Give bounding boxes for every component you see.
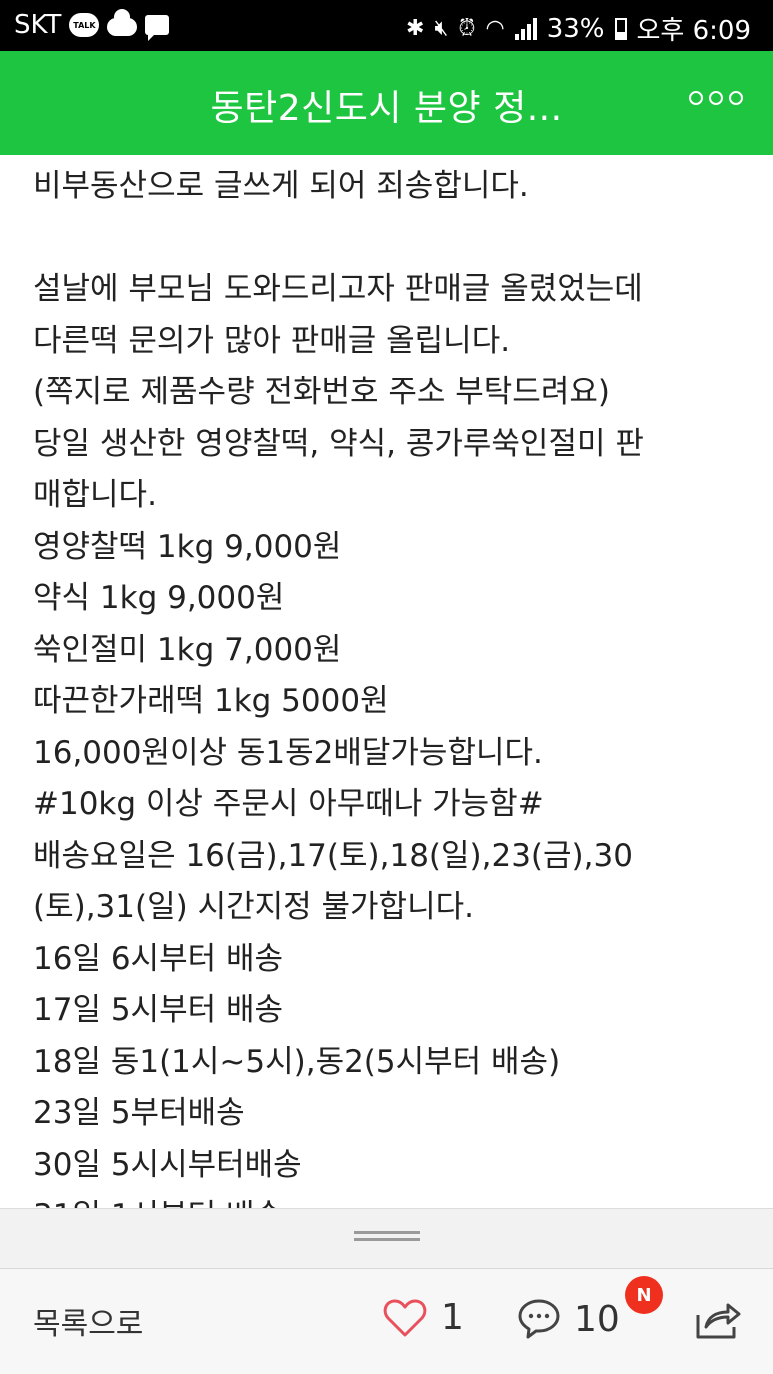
drag-handle-icon bbox=[354, 1231, 420, 1243]
back-to-list-button[interactable]: 목록으로 bbox=[33, 1299, 143, 1343]
app-bar: 동탄2신도시 분양 정... bbox=[0, 51, 773, 155]
heart-icon bbox=[383, 1299, 427, 1336]
like-button[interactable]: 1 bbox=[383, 1297, 464, 1338]
comment-count: 10 bbox=[574, 1298, 620, 1340]
carrier-label: SKT bbox=[14, 10, 62, 40]
cloud-icon bbox=[107, 9, 138, 36]
post-line: 당일 생산한 영양찰떡, 약식, 콩가루쑥인절미 판 bbox=[33, 425, 644, 462]
post-line bbox=[33, 213, 753, 265]
clock: 오후 6:09 bbox=[636, 16, 752, 46]
post-line: 16,000원이상 동1동2배달가능합니다. bbox=[33, 734, 543, 771]
drawer-handle[interactable] bbox=[0, 1208, 773, 1268]
post-text: 비부동산으로 글쓰게 되어 죄송합니다. 설날에 부모님 도와드리고자 판매글 … bbox=[33, 161, 753, 1208]
battery-percent: 33% bbox=[546, 13, 605, 44]
page-title: 동탄2신도시 분양 정... bbox=[210, 88, 563, 129]
post-line: (토),31(일) 시간지정 불가합니다. bbox=[33, 889, 474, 925]
share-button[interactable] bbox=[692, 1299, 742, 1345]
post-line: (쪽지로 제품수량 전화번호 주소 부탁드려요) bbox=[33, 374, 610, 410]
post-body[interactable]: 비부동산으로 글쓰게 되어 죄송합니다. 설날에 부모님 도와드리고자 판매글 … bbox=[0, 155, 773, 1208]
battery-icon bbox=[614, 17, 627, 40]
share-icon bbox=[696, 1303, 741, 1339]
post-line: 비부동산으로 글쓰게 되어 죄송합니다. bbox=[33, 168, 529, 204]
post-line: 30일 5시시부터배송 bbox=[33, 1146, 302, 1183]
new-comment-badge: N bbox=[625, 1276, 663, 1314]
post-line: 따끈한가래떡 1kg 5000원 bbox=[33, 683, 389, 719]
bluetooth-icon: ✱ bbox=[406, 15, 425, 41]
post-line: 쑥인절미 1kg 7,000원 bbox=[33, 631, 342, 668]
mute-icon: 🔇︎ bbox=[434, 15, 449, 41]
wifi-icon: ◠ bbox=[485, 15, 505, 41]
post-line: #10kg 이상 주문시 아무때나 가능함# bbox=[33, 786, 544, 822]
comment-button[interactable]: 10 bbox=[516, 1297, 620, 1341]
more-options-icon[interactable] bbox=[689, 91, 743, 105]
status-bar: SKT TALK ✱ 🔇︎ ⏰︎ ◠ 33% 오후 6:09 bbox=[0, 0, 773, 51]
post-line: 매합니다. bbox=[33, 477, 157, 513]
like-count: 1 bbox=[441, 1297, 464, 1338]
kakaotalk-icon: TALK bbox=[69, 13, 100, 37]
post-line: 16일 6시부터 배송 bbox=[33, 940, 283, 977]
post-line: 다른떡 문의가 많아 판매글 올립니다. bbox=[33, 322, 511, 359]
signal-icon bbox=[514, 17, 537, 40]
message-icon bbox=[145, 15, 170, 41]
post-line: 배송요일은 16(금),17(토),18(일),23(금),30 bbox=[33, 837, 633, 874]
post-line: 영양찰떡 1kg 9,000원 bbox=[33, 528, 342, 565]
post-line: 설날에 부모님 도와드리고자 판매글 올렸었는데 bbox=[33, 271, 643, 307]
status-left: SKT TALK bbox=[14, 9, 170, 41]
post-line: 31일 1시부터 배송 bbox=[33, 1191, 753, 1208]
post-line: 17일 5시부터 배송 bbox=[33, 992, 283, 1028]
comment-icon bbox=[518, 1299, 560, 1339]
alarm-icon: ⏰︎ bbox=[458, 15, 476, 41]
status-right: ✱ 🔇︎ ⏰︎ ◠ 33% 오후 6:09 bbox=[406, 10, 751, 47]
post-line: 23일 5부터배송 bbox=[33, 1095, 245, 1131]
post-line: 18일 동1(1시~5시),동2(5시부터 배송) bbox=[33, 1043, 561, 1080]
post-line: 약식 1kg 9,000원 bbox=[33, 580, 285, 616]
